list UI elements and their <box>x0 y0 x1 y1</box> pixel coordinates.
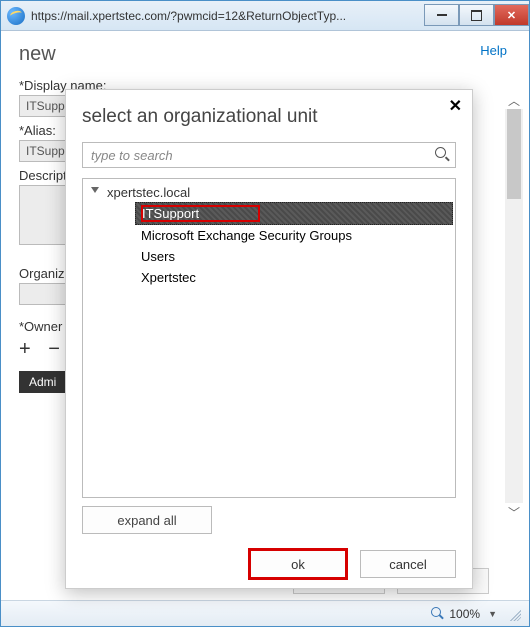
tree-item-exchange-security[interactable]: Microsoft Exchange Security Groups <box>135 225 453 246</box>
tree-root-label[interactable]: xpertstec.local <box>107 185 190 200</box>
page-scrollbar[interactable]: ︿ ﹀ <box>505 91 523 521</box>
admin-chip[interactable]: Admi <box>19 371 66 393</box>
zoom-level[interactable]: 100% <box>449 607 480 621</box>
scroll-thumb[interactable] <box>507 109 521 199</box>
maximize-button[interactable] <box>459 4 494 26</box>
browser-window: https://mail.xpertstec.com/?pwmcid=12&Re… <box>0 0 530 627</box>
minimize-button[interactable] <box>424 4 459 26</box>
resize-grip-icon[interactable] <box>507 607 521 621</box>
tree-root[interactable]: xpertstec.local ITSupport Microsoft Exch… <box>85 185 453 288</box>
tree-item-label: ITSupport <box>142 206 259 221</box>
tree-item-label: Microsoft Exchange Security Groups <box>141 228 352 243</box>
scroll-down-icon[interactable]: ﹀ <box>505 503 523 521</box>
ie-icon <box>7 7 25 25</box>
dialog-buttons: ok cancel <box>82 550 456 578</box>
add-remove-icons[interactable]: + − <box>19 338 66 361</box>
address-url[interactable]: https://mail.xpertstec.com/?pwmcid=12&Re… <box>31 9 424 23</box>
ou-picker-dialog: ✕ select an organizational unit xpertste… <box>65 89 473 589</box>
ou-tree[interactable]: xpertstec.local ITSupport Microsoft Exch… <box>82 178 456 498</box>
page-content: Help new *Display name: *Alias: Descript… <box>1 31 529 600</box>
expand-all-button[interactable]: expand all <box>82 506 212 534</box>
tree-item-users[interactable]: Users <box>135 246 453 267</box>
tree-item-itsupport[interactable]: ITSupport <box>135 202 453 225</box>
ok-button[interactable]: ok <box>250 550 346 578</box>
zoom-icon[interactable] <box>431 607 445 621</box>
titlebar: https://mail.xpertstec.com/?pwmcid=12&Re… <box>1 1 529 31</box>
tree-item-label: Xpertstec <box>141 270 196 285</box>
status-bar: 100% ▼ <box>1 600 529 626</box>
search-input[interactable] <box>82 142 456 168</box>
tree-children: ITSupport Microsoft Exchange Security Gr… <box>135 202 453 288</box>
window-controls <box>424 5 529 26</box>
search-wrap <box>82 142 456 168</box>
dialog-close-button[interactable]: ✕ <box>449 96 462 116</box>
search-icon[interactable] <box>435 147 450 162</box>
caret-down-icon[interactable] <box>91 187 99 193</box>
scroll-up-icon[interactable]: ︿ <box>505 91 523 109</box>
zoom-dropdown-icon[interactable]: ▼ <box>488 609 497 619</box>
dialog-title: select an organizational unit <box>82 106 456 128</box>
tree-item-xpertstec[interactable]: Xpertstec <box>135 267 453 288</box>
dialog-cancel-button[interactable]: cancel <box>360 550 456 578</box>
page-title: new <box>19 43 519 66</box>
window-close-button[interactable] <box>494 4 529 26</box>
scroll-track[interactable] <box>505 109 523 503</box>
tree-item-label: Users <box>141 249 175 264</box>
help-link[interactable]: Help <box>480 43 507 58</box>
